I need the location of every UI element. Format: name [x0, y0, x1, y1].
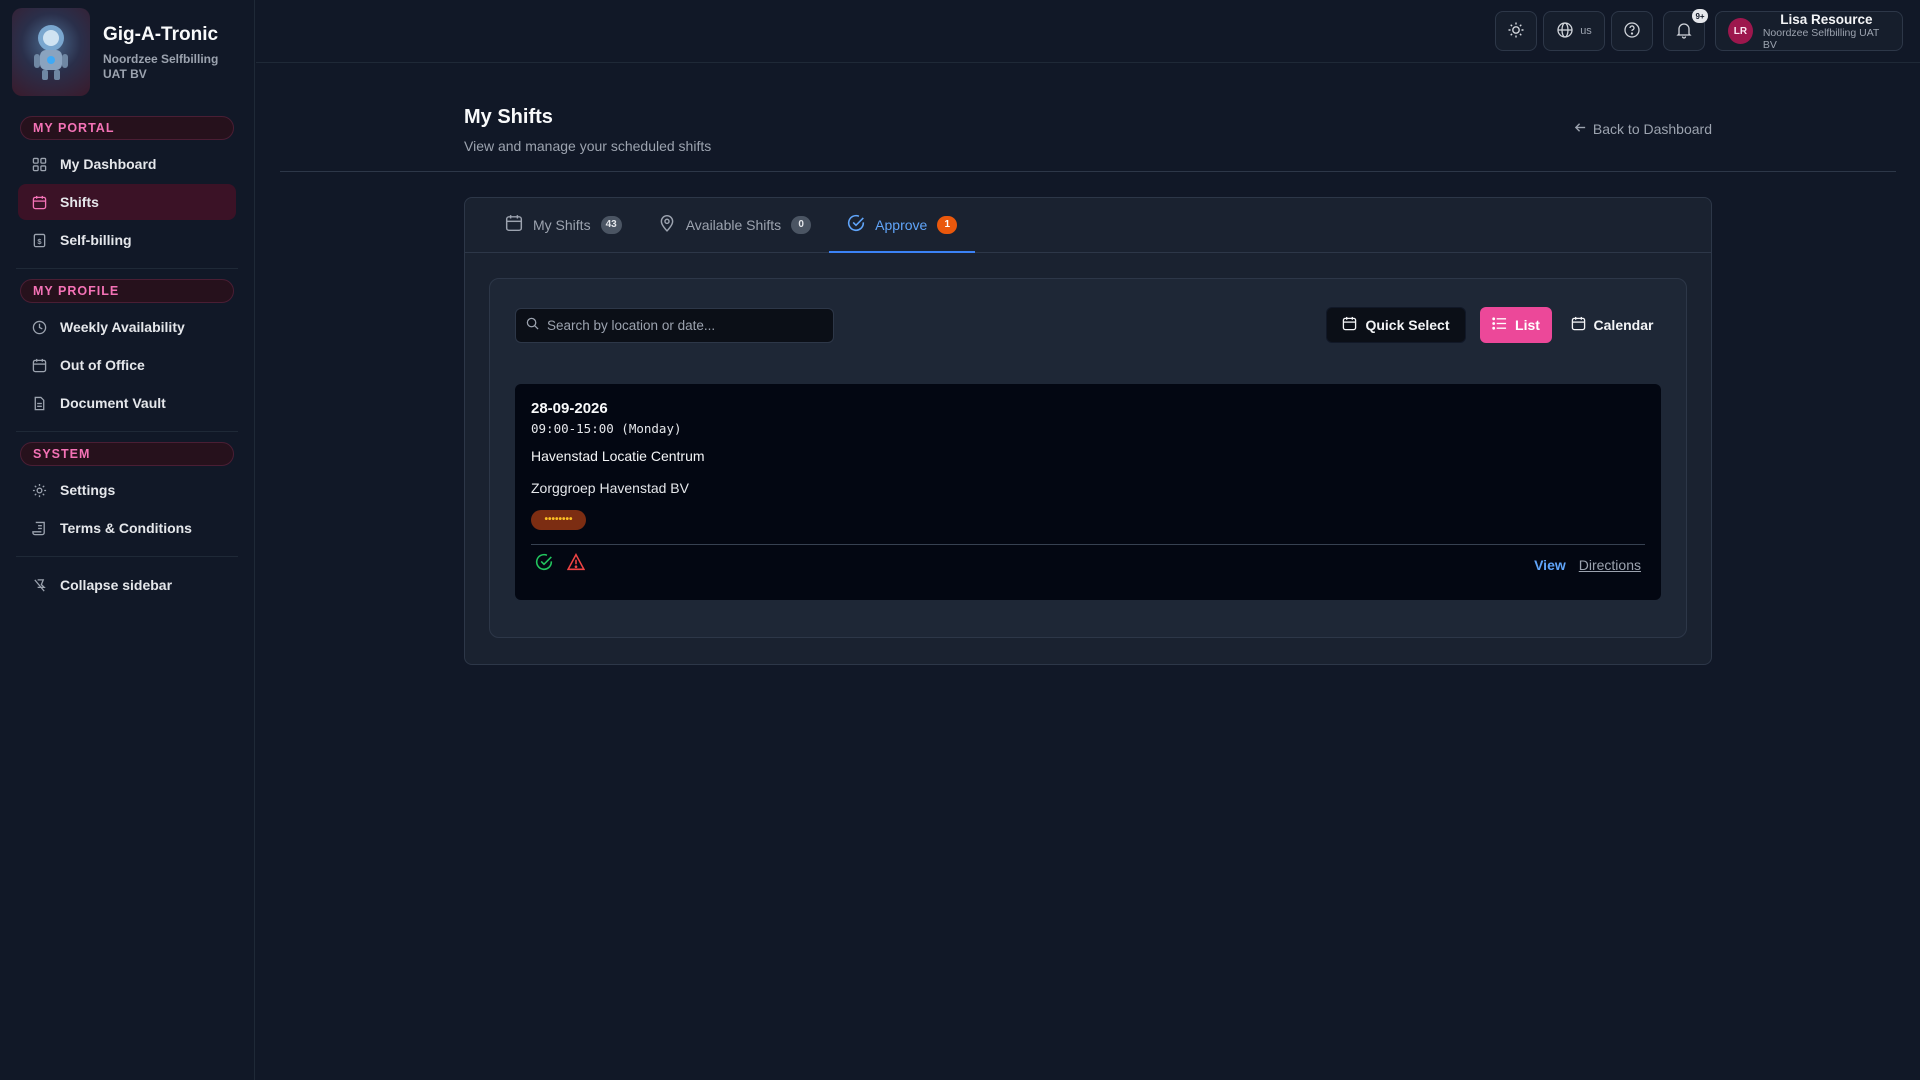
- avatar: LR: [1728, 18, 1753, 44]
- calendar-icon: [30, 193, 48, 211]
- page-subtitle: View and manage your scheduled shifts: [464, 138, 712, 154]
- calendar-view-button[interactable]: Calendar: [1562, 307, 1662, 343]
- header-divider: [280, 171, 1896, 172]
- map-pin-icon: [658, 214, 676, 235]
- sidebar-item-weekly-availability[interactable]: Weekly Availability: [18, 309, 236, 345]
- collapse-sidebar-button[interactable]: Collapse sidebar: [18, 567, 236, 603]
- sidebar-item-my-dashboard[interactable]: My Dashboard: [18, 146, 236, 182]
- shift-location: Havenstad Locatie Centrum: [531, 448, 705, 464]
- sidebar-item-label: My Dashboard: [60, 156, 157, 172]
- notifications-button[interactable]: 9+: [1663, 9, 1708, 51]
- sidebar-item-out-of-office[interactable]: Out of Office: [18, 347, 236, 383]
- help-button[interactable]: [1611, 11, 1653, 51]
- tab-label: Available Shifts: [685, 216, 782, 233]
- shift-tabs: My Shifts 43 Available Shifts 0 Approve …: [465, 198, 1711, 253]
- shifts-panel: My Shifts 43 Available Shifts 0 Approve …: [464, 197, 1712, 665]
- tab-label: My Shifts: [533, 216, 591, 233]
- user-org: Noordzee Selfbilling UAT BV: [1762, 26, 1880, 51]
- document-icon: [30, 394, 48, 412]
- list-icon: [1492, 316, 1507, 334]
- calendar-icon: [1342, 316, 1357, 334]
- sidebar-item-label: Document Vault: [60, 395, 166, 411]
- list-view-button[interactable]: List: [1480, 307, 1552, 343]
- search-box[interactable]: [515, 308, 834, 343]
- sidebar-item-terms[interactable]: Terms & Conditions: [18, 510, 236, 546]
- shift-time: 09:00-15:00 (Monday): [531, 421, 682, 436]
- tab-count-badge: 0: [791, 215, 812, 234]
- grid-icon: [30, 155, 48, 173]
- search-icon: [526, 317, 539, 335]
- app-org: Noordzee Selfbilling UAT BV: [103, 52, 219, 81]
- sidebar-item-shifts[interactable]: Shifts: [18, 184, 236, 220]
- section-system: SYSTEM: [20, 442, 234, 466]
- calendar-icon: [505, 214, 523, 235]
- tab-count-badge: 43: [600, 215, 622, 234]
- sidebar-item-label: Out of Office: [60, 357, 145, 373]
- calendar-label: Calendar: [1593, 317, 1654, 333]
- brand: Gig-A-Tronic Noordzee Selfbilling UAT BV: [12, 8, 242, 108]
- sidebar-item-label: Weekly Availability: [60, 319, 185, 335]
- shift-list-container: Quick Select List Calendar 28-09-2026 09…: [489, 278, 1687, 638]
- directions-link[interactable]: Directions: [1579, 557, 1641, 573]
- tab-available-shifts[interactable]: Available Shifts 0: [640, 198, 829, 253]
- section-my-portal: MY PORTAL: [20, 116, 234, 140]
- tab-my-shifts[interactable]: My Shifts 43: [487, 198, 640, 253]
- calendar-icon: [1571, 316, 1586, 334]
- language-button[interactable]: us: [1543, 11, 1605, 51]
- bell-icon: [1675, 21, 1693, 42]
- app-logo: [12, 8, 90, 96]
- sidebar-item-label: Settings: [60, 482, 116, 498]
- user-name: Lisa Resource: [1780, 11, 1873, 27]
- sidebar: Gig-A-Tronic Noordzee Selfbilling UAT BV…: [0, 0, 255, 1080]
- invoice-icon: $: [30, 231, 48, 249]
- collapse-sidebar-label: Collapse sidebar: [60, 577, 173, 593]
- sidebar-divider: [16, 556, 238, 557]
- sidebar-item-label: Terms & Conditions: [60, 520, 192, 536]
- back-to-dashboard-link[interactable]: Back to Dashboard: [1574, 121, 1712, 137]
- search-input[interactable]: [547, 318, 817, 333]
- sidebar-item-self-billing[interactable]: $ Self-billing: [18, 222, 236, 258]
- quick-select-button[interactable]: Quick Select: [1326, 307, 1466, 343]
- sidebar-divider: [16, 268, 238, 269]
- shift-date: 28-09-2026: [531, 400, 608, 417]
- language-code: us: [1580, 25, 1592, 37]
- page-title: My Shifts: [464, 106, 553, 128]
- user-menu-button[interactable]: LR Lisa Resource Noordzee Selfbilling UA…: [1715, 11, 1903, 51]
- quick-select-label: Quick Select: [1365, 317, 1450, 333]
- section-my-profile: MY PROFILE: [20, 279, 234, 303]
- theme-toggle-button[interactable]: [1495, 11, 1537, 51]
- arrow-left-icon: [1574, 121, 1587, 137]
- tab-approve[interactable]: Approve 1: [829, 198, 976, 253]
- warning-icon[interactable]: [566, 553, 586, 576]
- scroll-icon: [30, 519, 48, 537]
- list-label: List: [1515, 317, 1540, 333]
- notification-count-badge: 9+: [1692, 9, 1708, 23]
- tab-label: Approve: [875, 216, 928, 233]
- svg-text:$: $: [37, 236, 42, 245]
- sidebar-item-label: Self-billing: [60, 232, 132, 248]
- sidebar-item-document-vault[interactable]: Document Vault: [18, 385, 236, 421]
- sun-icon: [1507, 21, 1525, 42]
- app-name: Gig-A-Tronic: [103, 24, 219, 45]
- clock-icon: [30, 318, 48, 336]
- calendar-icon: [30, 356, 48, 374]
- globe-icon: [1556, 21, 1574, 42]
- sidebar-divider: [16, 431, 238, 432]
- card-divider: [531, 544, 1645, 545]
- view-link[interactable]: View: [1534, 557, 1566, 573]
- tab-count-badge: 1: [937, 215, 958, 234]
- status-badge: ••••••••: [531, 510, 586, 530]
- help-icon: [1623, 21, 1641, 42]
- collapse-icon: [30, 576, 48, 594]
- shift-card: 28-09-2026 09:00-15:00 (Monday) Havensta…: [515, 384, 1661, 600]
- gear-icon: [30, 481, 48, 499]
- card-footer: View Directions: [531, 553, 1645, 576]
- sidebar-item-label: Shifts: [60, 194, 99, 210]
- topbar: us 9+ LR Lisa Resource Noordzee Selfbill…: [256, 0, 1920, 63]
- check-circle-icon: [847, 214, 865, 235]
- sidebar-item-settings[interactable]: Settings: [18, 472, 236, 508]
- check-circle-icon[interactable]: [535, 553, 553, 576]
- back-to-dashboard-label: Back to Dashboard: [1592, 121, 1712, 137]
- shift-client: Zorggroep Havenstad BV: [531, 480, 689, 496]
